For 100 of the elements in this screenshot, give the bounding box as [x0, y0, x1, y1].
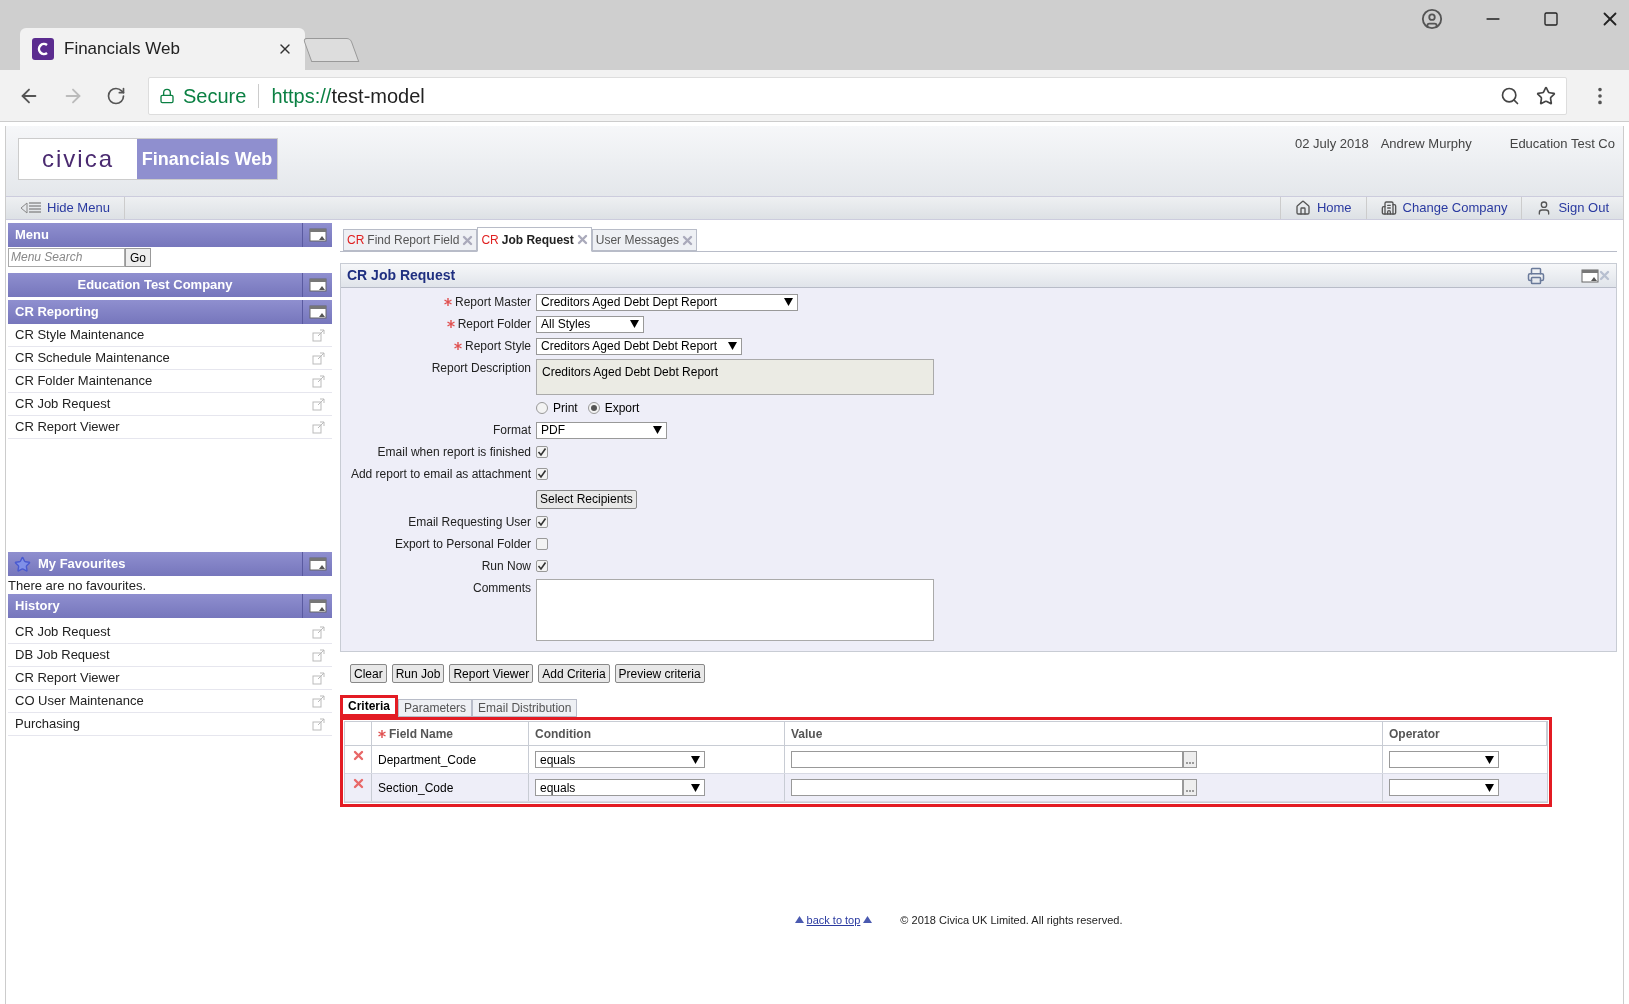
dropdown[interactable]: PDF [536, 421, 667, 439]
checkbox[interactable] [536, 468, 548, 480]
section-title: Education Test Company [76, 276, 234, 295]
checkbox[interactable] [536, 538, 548, 550]
radio-button[interactable] [536, 402, 548, 414]
menu-item[interactable]: CR Report Viewer [8, 416, 332, 439]
sidebar-section-header[interactable]: Education Test Company [8, 273, 332, 297]
value-field[interactable] [791, 751, 1183, 768]
field-label: Format [493, 422, 531, 439]
sidebar-section-header[interactable]: Menu [8, 223, 332, 247]
nav-link[interactable]: Sign Out [1521, 197, 1623, 219]
field-label: Add report to email as attachment [350, 466, 531, 483]
radio-button[interactable] [587, 402, 600, 414]
field-label: Comments [473, 580, 531, 597]
date-text: 02 July 2018 [1294, 135, 1369, 153]
civica-logo-icon [32, 38, 54, 60]
action-button[interactable]: Run Job [391, 664, 445, 683]
menu-item[interactable]: CR Schedule Maintenance [8, 347, 332, 370]
external-link-icon[interactable] [312, 648, 325, 662]
star-icon [14, 555, 31, 573]
action-button[interactable]: Clear [350, 664, 387, 683]
menu-search-field[interactable]: Menu Search [8, 247, 125, 267]
required-icon [446, 320, 455, 328]
nav-link[interactable]: Home [1279, 197, 1366, 219]
external-link-icon[interactable] [312, 374, 325, 388]
checkbox[interactable] [536, 516, 548, 528]
hide-menu-button[interactable]: Hide Menu [6, 197, 125, 219]
value-field[interactable] [791, 779, 1183, 796]
profile-icon[interactable] [1421, 8, 1443, 30]
sub-tab[interactable]: Criteria [340, 695, 399, 717]
external-link-icon[interactable] [312, 717, 325, 731]
external-link-icon[interactable] [312, 625, 325, 639]
external-link-icon[interactable] [312, 328, 325, 342]
reload-icon[interactable] [106, 85, 126, 106]
external-link-icon[interactable] [312, 397, 325, 411]
zoom-icon[interactable] [1500, 85, 1520, 106]
history-item[interactable]: CR Job Request [8, 621, 332, 644]
copyright-text: © 2018 Civica UK Limited. All rights reserved. [900, 912, 1123, 928]
page-tab[interactable]: CR Find Report Field [343, 229, 478, 251]
address-bar[interactable]: Secure https://test-model [148, 76, 1567, 115]
browse-button[interactable] [1183, 779, 1197, 796]
dropdown[interactable]: All Styles [536, 315, 644, 333]
sidebar-section-header[interactable]: History [8, 594, 332, 618]
go-button[interactable]: Go [125, 247, 151, 267]
history-item[interactable]: CR Report Viewer [8, 667, 332, 690]
panel-title: CR Job Request [347, 266, 457, 285]
product-name: Financials Web [137, 139, 277, 179]
external-link-icon[interactable] [312, 671, 325, 685]
panel-icon[interactable] [1581, 268, 1599, 283]
action-button[interactable]: Report Viewer [449, 664, 534, 683]
history-item[interactable]: CO User Maintenance [8, 690, 332, 713]
external-link-icon[interactable] [312, 694, 325, 708]
dropdown[interactable] [1389, 751, 1499, 768]
history-item[interactable]: DB Job Request [8, 644, 332, 667]
menu-item[interactable]: CR Folder Maintenance [8, 370, 332, 393]
external-link-icon[interactable] [312, 351, 325, 365]
bookmark-star-icon[interactable] [1536, 85, 1556, 106]
sidebar-section-header[interactable]: My Favourites [8, 552, 332, 576]
dropdown[interactable]: Creditors Aged Debt Dept Report [536, 293, 798, 311]
browser-tab[interactable]: Financials Web [20, 28, 305, 70]
panel-icon[interactable] [308, 278, 327, 292]
table-cell-text: Section_Code [378, 779, 454, 797]
caret-icon [691, 755, 700, 764]
panel-icon[interactable] [308, 557, 327, 571]
page-tab[interactable]: User Messages [591, 229, 698, 251]
text-area[interactable] [536, 579, 934, 641]
history-item[interactable]: Purchasing [8, 713, 332, 736]
dropdown[interactable]: equals [535, 779, 705, 796]
sidebar-section-header[interactable]: CR Reporting [8, 300, 332, 324]
text-area[interactable]: Creditors Aged Debt Debt Report [536, 359, 934, 395]
tab-label: CR Job Request [481, 231, 574, 249]
panel-icon[interactable] [308, 599, 327, 613]
menu-item[interactable]: CR Job Request [8, 393, 332, 416]
up-arrow-icon [863, 916, 873, 924]
checkbox[interactable] [536, 446, 548, 458]
new-tab-button[interactable] [302, 38, 360, 62]
column-header: Value [785, 722, 1383, 745]
maximize-icon[interactable] [1543, 11, 1559, 27]
sub-tab[interactable]: Parameters [398, 699, 473, 717]
home-icon [1294, 200, 1311, 216]
sub-tab[interactable]: Email Distribution [472, 699, 578, 717]
dropdown[interactable] [1389, 779, 1499, 796]
print-icon[interactable] [1527, 266, 1545, 285]
dropdown[interactable]: equals [535, 751, 705, 768]
browse-button[interactable] [1183, 751, 1197, 768]
caret-icon [691, 783, 700, 792]
field-label: Report Style [464, 338, 531, 355]
tab-title: Financials Web [64, 38, 181, 61]
page-tab[interactable]: CR Job Request [477, 227, 592, 252]
section-title: My Favourites [37, 555, 127, 574]
external-link-icon[interactable] [312, 420, 325, 434]
back-to-top-link[interactable]: back to top [794, 911, 873, 928]
menu-item[interactable]: CR Style Maintenance [8, 324, 332, 347]
checkbox[interactable] [536, 560, 548, 572]
action-button[interactable]: Preview criteria [614, 664, 705, 683]
panel-icon[interactable] [308, 228, 327, 242]
action-button[interactable]: Add Criteria [538, 664, 610, 683]
action-button[interactable]: Select Recipients [536, 489, 637, 509]
dropdown[interactable]: Creditors Aged Debt Debt Report [536, 337, 742, 355]
nav-link[interactable]: Change Company [1365, 197, 1522, 219]
